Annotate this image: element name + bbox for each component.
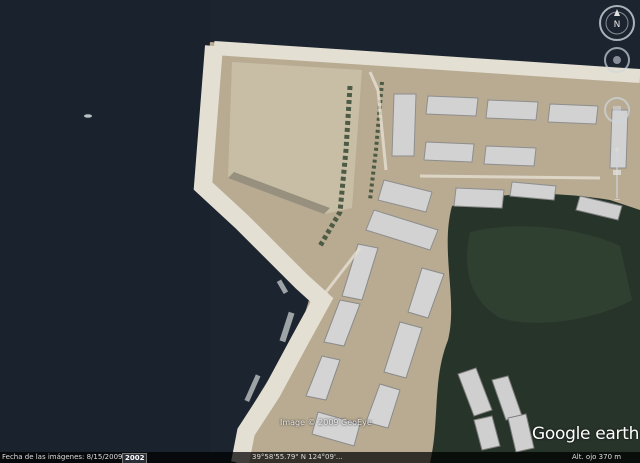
building: [423, 141, 475, 163]
compass-north-label: N: [614, 20, 621, 30]
building: [485, 99, 539, 121]
building: [391, 93, 417, 157]
building: [483, 145, 537, 167]
satellite-imagery[interactable]: [0, 0, 640, 463]
boat-marker: [84, 114, 92, 118]
move-control[interactable]: [603, 96, 631, 124]
svg-text:−: −: [614, 195, 621, 202]
status-bar: Fecha de las imágenes: 8/15/2009 2002 39…: [0, 452, 640, 463]
logo-word-earth: earth: [590, 424, 640, 444]
building: [547, 103, 599, 125]
look-control[interactable]: [603, 46, 631, 74]
building: [425, 95, 479, 117]
historical-imagery-year-badge[interactable]: 2002: [122, 453, 148, 463]
eye-altitude: Alt. ojo 370 m: [572, 453, 622, 461]
logo-word-google: Google: [532, 424, 591, 444]
cursor-coordinates: 39°58'55.79" N 124°09'...: [252, 453, 343, 461]
building: [453, 187, 505, 209]
compass-control[interactable]: N: [598, 4, 636, 42]
svg-text:+: +: [614, 146, 621, 154]
imagery-credit: Image © 2009 GeoEye: [280, 418, 372, 427]
imagery-date: Fecha de las imágenes: 8/15/2009: [2, 453, 123, 461]
google-earth-logo: Google earth: [532, 424, 639, 444]
zoom-slider[interactable]: + −: [611, 146, 623, 202]
map-viewport[interactable]: N + − Image © 2009 GeoEye Google earth F…: [0, 0, 640, 463]
water-shade: [0, 0, 210, 463]
